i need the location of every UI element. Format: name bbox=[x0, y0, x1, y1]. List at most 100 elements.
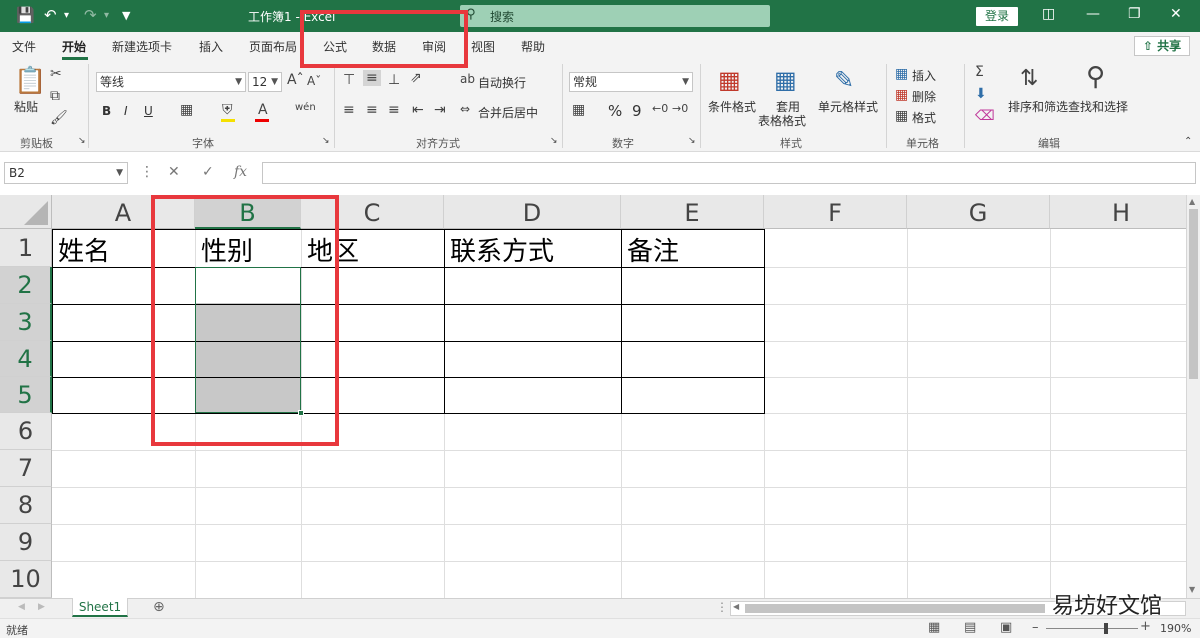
scroll-thumb[interactable] bbox=[1189, 209, 1198, 379]
merge-center-button[interactable]: 合并后居中 bbox=[478, 104, 538, 121]
paste-label[interactable]: 粘贴 bbox=[14, 98, 38, 115]
row-header-2[interactable]: 2 bbox=[0, 267, 52, 304]
borders-icon[interactable]: ▦ bbox=[180, 102, 193, 118]
column-header-f[interactable]: F bbox=[764, 195, 907, 229]
conditional-format-icon[interactable]: ▦ bbox=[718, 66, 741, 94]
tab-file[interactable]: 文件 bbox=[12, 38, 36, 55]
font-launcher-icon[interactable]: ↘ bbox=[322, 136, 330, 146]
phonetic-icon[interactable]: wén bbox=[295, 102, 316, 113]
horizontal-scroll-thumb[interactable] bbox=[745, 604, 1045, 613]
prev-sheet-icon[interactable]: ◀ bbox=[18, 602, 25, 612]
find-select-button[interactable]: 查找和选择 bbox=[1068, 98, 1128, 115]
comma-button[interactable]: 9 bbox=[632, 102, 642, 120]
tab-page-layout[interactable]: 页面布局 bbox=[249, 38, 297, 55]
align-top-icon[interactable]: ⊤ bbox=[343, 72, 355, 88]
currency-icon[interactable]: ▦ bbox=[572, 102, 585, 118]
search-box[interactable]: ⚲ 搜索 bbox=[460, 5, 770, 27]
increase-indent-icon[interactable]: ⇥ bbox=[434, 102, 446, 118]
increase-font-icon[interactable]: Aˆ bbox=[287, 72, 304, 88]
tab-new[interactable]: 新建选项卡 bbox=[112, 38, 172, 55]
wrap-text-button[interactable]: 自动换行 bbox=[478, 74, 526, 91]
row-header-8[interactable]: 8 bbox=[0, 487, 52, 524]
underline-button[interactable]: U bbox=[144, 104, 153, 118]
customize-qat-icon[interactable]: ▼ bbox=[122, 9, 130, 22]
cell-styles-button[interactable]: 单元格样式 bbox=[818, 98, 878, 115]
fill-color-icon[interactable]: ⛨ bbox=[222, 102, 233, 118]
sort-filter-icon[interactable]: ⇅ bbox=[1020, 66, 1038, 91]
font-color-icon[interactable]: A bbox=[258, 102, 268, 118]
page-layout-view-icon[interactable]: ▤ bbox=[964, 620, 976, 635]
italic-button[interactable]: I bbox=[124, 104, 128, 118]
page-break-view-icon[interactable]: ▣ bbox=[1000, 620, 1012, 635]
share-button[interactable]: ⇧ 共享 bbox=[1134, 36, 1190, 56]
next-sheet-icon[interactable]: ▶ bbox=[38, 602, 45, 612]
clipboard-launcher-icon[interactable]: ↘ bbox=[78, 136, 86, 146]
column-header-g[interactable]: G bbox=[907, 195, 1050, 229]
login-button[interactable]: 登录 bbox=[976, 7, 1018, 26]
undo-icon[interactable]: ↶ bbox=[44, 6, 57, 24]
cancel-icon[interactable]: ✕ bbox=[168, 164, 180, 180]
align-center-icon[interactable]: ≡ bbox=[366, 102, 378, 118]
conditional-format-button[interactable]: 条件格式 bbox=[708, 98, 756, 115]
undo-dropdown-icon[interactable]: ▾ bbox=[64, 10, 69, 21]
close-icon[interactable]: ✕ bbox=[1170, 6, 1182, 22]
cell-d1[interactable]: 联系方式 bbox=[444, 231, 554, 268]
insert-cells-icon[interactable]: ▦ bbox=[895, 66, 908, 82]
fill-icon[interactable]: ⬇ bbox=[975, 86, 987, 102]
format-as-table-line2[interactable]: 表格格式 bbox=[758, 112, 806, 129]
merge-center-icon[interactable]: ⇔ bbox=[460, 102, 470, 116]
decrease-decimal-icon[interactable]: →0 bbox=[672, 102, 688, 115]
insert-cells-button[interactable]: 插入 bbox=[912, 67, 936, 84]
find-select-icon[interactable]: ⚲ bbox=[1086, 62, 1105, 92]
tab-help[interactable]: 帮助 bbox=[521, 38, 545, 55]
row-header-10[interactable]: 10 bbox=[0, 561, 52, 598]
align-left-icon[interactable]: ≡ bbox=[343, 102, 355, 118]
scroll-down-icon[interactable]: ▼ bbox=[1189, 585, 1195, 594]
format-as-table-icon[interactable]: ▦ bbox=[774, 66, 797, 94]
save-icon[interactable]: 💾 bbox=[16, 6, 35, 24]
font-name-select[interactable]: 等线 ▼ bbox=[96, 72, 246, 92]
paste-icon[interactable]: 📋 bbox=[14, 66, 46, 96]
align-right-icon[interactable]: ≡ bbox=[388, 102, 400, 118]
row-header-5[interactable]: 5 bbox=[0, 377, 52, 413]
row-header-9[interactable]: 9 bbox=[0, 524, 52, 561]
restore-icon[interactable]: ❐ bbox=[1128, 6, 1141, 22]
number-launcher-icon[interactable]: ↘ bbox=[688, 136, 696, 146]
autosum-icon[interactable]: Σ bbox=[975, 64, 984, 80]
name-box[interactable]: B2 ▼ bbox=[4, 162, 128, 184]
scroll-left-icon[interactable]: ◀ bbox=[733, 602, 739, 611]
format-cells-button[interactable]: 格式 bbox=[912, 109, 936, 126]
row-header-4[interactable]: 4 bbox=[0, 341, 52, 377]
font-size-select[interactable]: 12 ▼ bbox=[248, 72, 282, 92]
alignment-launcher-icon[interactable]: ↘ bbox=[550, 136, 558, 146]
scroll-up-icon[interactable]: ▲ bbox=[1189, 197, 1195, 206]
bold-button[interactable]: B bbox=[102, 104, 111, 118]
minimize-icon[interactable]: — bbox=[1086, 6, 1100, 22]
column-header-h[interactable]: H bbox=[1050, 195, 1186, 229]
decrease-indent-icon[interactable]: ⇤ bbox=[412, 102, 424, 118]
zoom-level[interactable]: 190% bbox=[1160, 622, 1191, 635]
row-header-6[interactable]: 6 bbox=[0, 413, 52, 450]
row-header-3[interactable]: 3 bbox=[0, 304, 52, 341]
row-header-1[interactable]: 1 bbox=[0, 229, 52, 267]
percent-button[interactable]: % bbox=[608, 102, 622, 120]
zoom-slider[interactable] bbox=[1046, 628, 1138, 629]
insert-function-button[interactable]: fx bbox=[234, 164, 247, 180]
sort-filter-button[interactable]: 排序和筛选 bbox=[1008, 98, 1068, 115]
align-middle-icon[interactable]: ≡ bbox=[363, 70, 381, 86]
zoom-slider-thumb[interactable] bbox=[1104, 623, 1108, 634]
add-sheet-icon[interactable]: ⊕ bbox=[153, 599, 165, 615]
sheet-tab-sheet1[interactable]: Sheet1 bbox=[72, 598, 128, 617]
format-painter-icon[interactable]: 🖌 bbox=[50, 110, 68, 126]
orientation-icon[interactable]: ⇗ bbox=[410, 70, 422, 86]
increase-decimal-icon[interactable]: ←0 bbox=[652, 102, 668, 115]
select-all-button[interactable] bbox=[0, 195, 52, 229]
enter-icon[interactable]: ✓ bbox=[202, 164, 214, 180]
column-header-e[interactable]: E bbox=[621, 195, 764, 229]
vertical-scrollbar[interactable]: ▲ ▼ bbox=[1186, 195, 1200, 598]
tab-home[interactable]: 开始 bbox=[62, 38, 86, 55]
wrap-text-icon[interactable]: ab bbox=[460, 72, 475, 86]
cell-a1[interactable]: 姓名 bbox=[52, 231, 110, 268]
collapse-ribbon-icon[interactable]: ⌃ bbox=[1184, 136, 1192, 147]
formula-input[interactable] bbox=[262, 162, 1196, 184]
